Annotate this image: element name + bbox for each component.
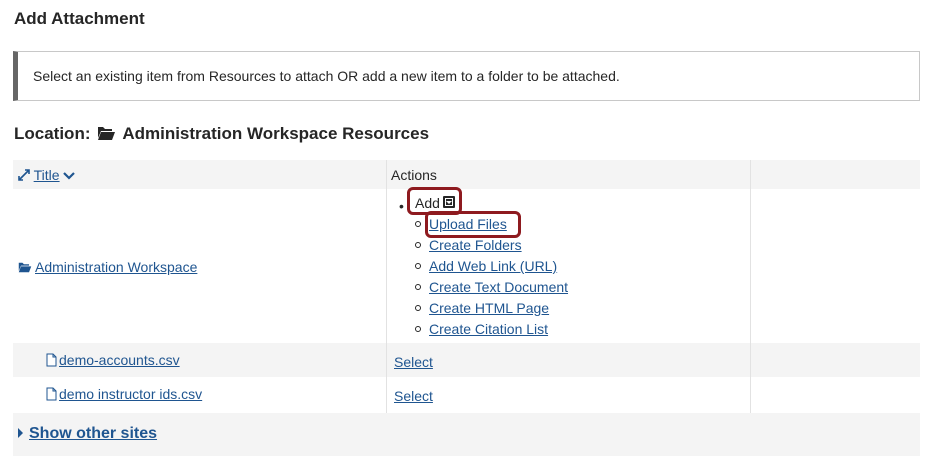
- caret-right-icon: [18, 428, 23, 438]
- page-title: Add Attachment: [14, 9, 145, 28]
- folder-open-icon: [98, 127, 116, 140]
- circle-bullet-icon: [415, 221, 421, 227]
- location-name: Administration Workspace Resources: [122, 124, 430, 143]
- select-link[interactable]: Select: [394, 388, 433, 404]
- folder-open-icon: [18, 262, 32, 273]
- bullet: •: [399, 198, 404, 214]
- circle-bullet-icon: [415, 242, 421, 248]
- add-web-link-link[interactable]: Add Web Link (URL): [415, 258, 557, 274]
- dropdown-caret-icon[interactable]: [443, 196, 455, 208]
- file-icon: [46, 387, 57, 401]
- title-header-label: Title: [33, 167, 60, 183]
- location-heading: Location: Administration Workspace Resou…: [14, 124, 429, 144]
- select-link[interactable]: Select: [394, 354, 433, 370]
- chevron-down-icon: [63, 172, 76, 180]
- show-other-sites-link[interactable]: Show other sites: [18, 425, 157, 443]
- upload-files-link[interactable]: Upload Files: [415, 216, 507, 232]
- create-citation-list-link[interactable]: Create Citation List: [415, 321, 548, 337]
- create-folders-link[interactable]: Create Folders: [415, 237, 522, 253]
- actions-header: Actions: [391, 167, 437, 183]
- location-label: Location:: [14, 124, 91, 143]
- add-menu-button[interactable]: Add: [415, 195, 440, 211]
- file-link-demo-accounts[interactable]: demo-accounts.csv: [46, 352, 180, 368]
- circle-bullet-icon: [415, 263, 421, 269]
- circle-bullet-icon: [415, 284, 421, 290]
- title-sort-link[interactable]: Title: [18, 167, 76, 183]
- create-html-page-link[interactable]: Create HTML Page: [415, 300, 549, 316]
- instruction-text: Select an existing item from Resources t…: [33, 68, 620, 84]
- table-row: demo-accounts.csv Select: [13, 343, 920, 377]
- folder-name: Administration Workspace: [35, 259, 198, 275]
- instruction-box: Select an existing item from Resources t…: [13, 51, 920, 101]
- show-other-sites-row: Show other sites: [13, 413, 920, 456]
- circle-bullet-icon: [415, 305, 421, 311]
- table-row: Administration Workspace • Add Upload Fi…: [13, 187, 920, 343]
- resources-table: Title Actions Administration Workspace •…: [13, 160, 920, 456]
- file-link-demo-instructor-ids[interactable]: demo instructor ids.csv: [46, 386, 202, 402]
- circle-bullet-icon: [415, 326, 421, 332]
- table-row: demo instructor ids.csv Select: [13, 377, 920, 413]
- create-text-document-link[interactable]: Create Text Document: [415, 279, 568, 295]
- folder-link-administration-workspace[interactable]: Administration Workspace: [18, 259, 197, 275]
- expand-icon: [18, 169, 30, 181]
- table-header-row: Title Actions: [13, 160, 920, 189]
- file-icon: [46, 353, 57, 367]
